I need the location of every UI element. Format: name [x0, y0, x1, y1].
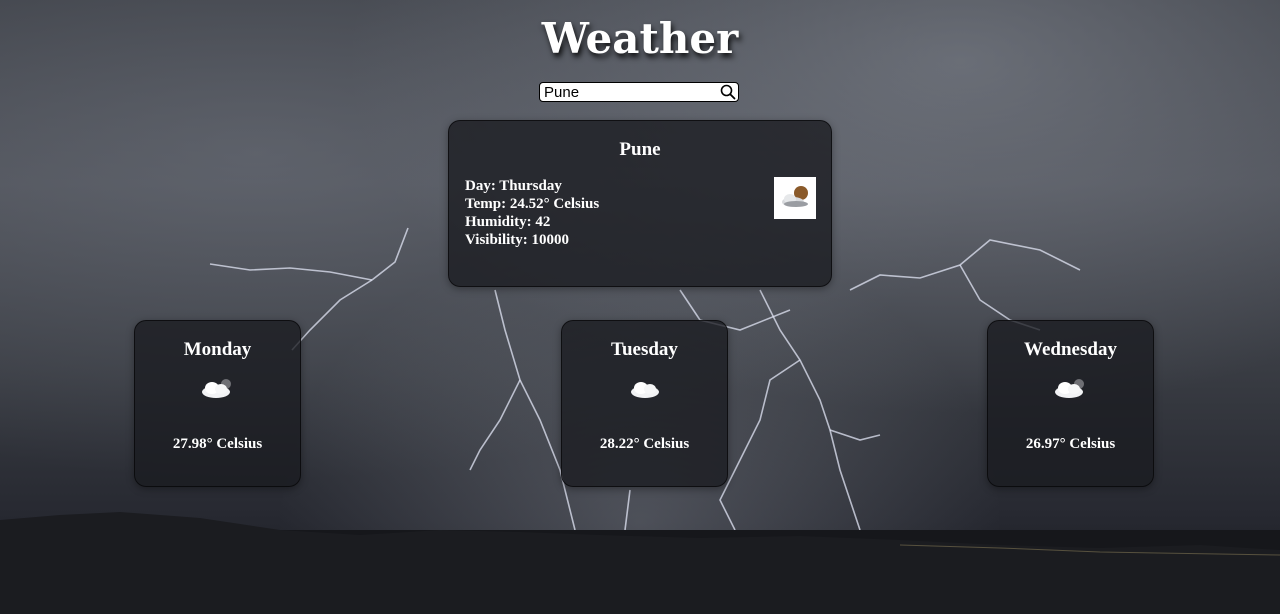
cloud-icon	[631, 382, 659, 398]
forecast-card-wednesday: Wednesday 26.97° Celsius	[987, 320, 1154, 487]
search-bar[interactable]	[539, 82, 739, 102]
forecast-card-tuesday: Tuesday 28.22° Celsius	[561, 320, 728, 487]
current-weather-card: Pune Day: Thursday Temp: 24.52° Celsius …	[448, 120, 832, 287]
forecast-card-monday: Monday 27.98° Celsius	[134, 320, 301, 487]
forecast-temperature: 27.98° Celsius	[172, 436, 263, 452]
visibility-label: Visibility: 10000	[465, 232, 570, 248]
app-title: Weather	[541, 14, 739, 63]
partly-cloudy-icon	[782, 186, 808, 207]
day-label: Day: Thursday	[465, 178, 562, 194]
forecast-day-name: Tuesday	[611, 339, 678, 360]
forecast-day-name: Monday	[183, 339, 252, 360]
partly-cloudy-icon	[1055, 379, 1084, 398]
forecast-day-name: Wednesday	[1024, 339, 1117, 360]
temperature-label: Temp: 24.52° Celsius	[465, 196, 600, 212]
partly-cloudy-icon	[202, 379, 231, 398]
weather-details: Day: Thursday Temp: 24.52° Celsius Humid…	[465, 177, 599, 249]
forecast-temperature: 26.97° Celsius	[1025, 436, 1116, 452]
humidity-label: Humidity: 42	[465, 214, 551, 230]
search-icon[interactable]	[720, 84, 736, 100]
weather-icon-tile	[774, 177, 816, 219]
city-name: Pune	[619, 139, 661, 160]
search-input[interactable]	[540, 83, 720, 101]
forecast-temperature: 28.22° Celsius	[599, 436, 690, 452]
